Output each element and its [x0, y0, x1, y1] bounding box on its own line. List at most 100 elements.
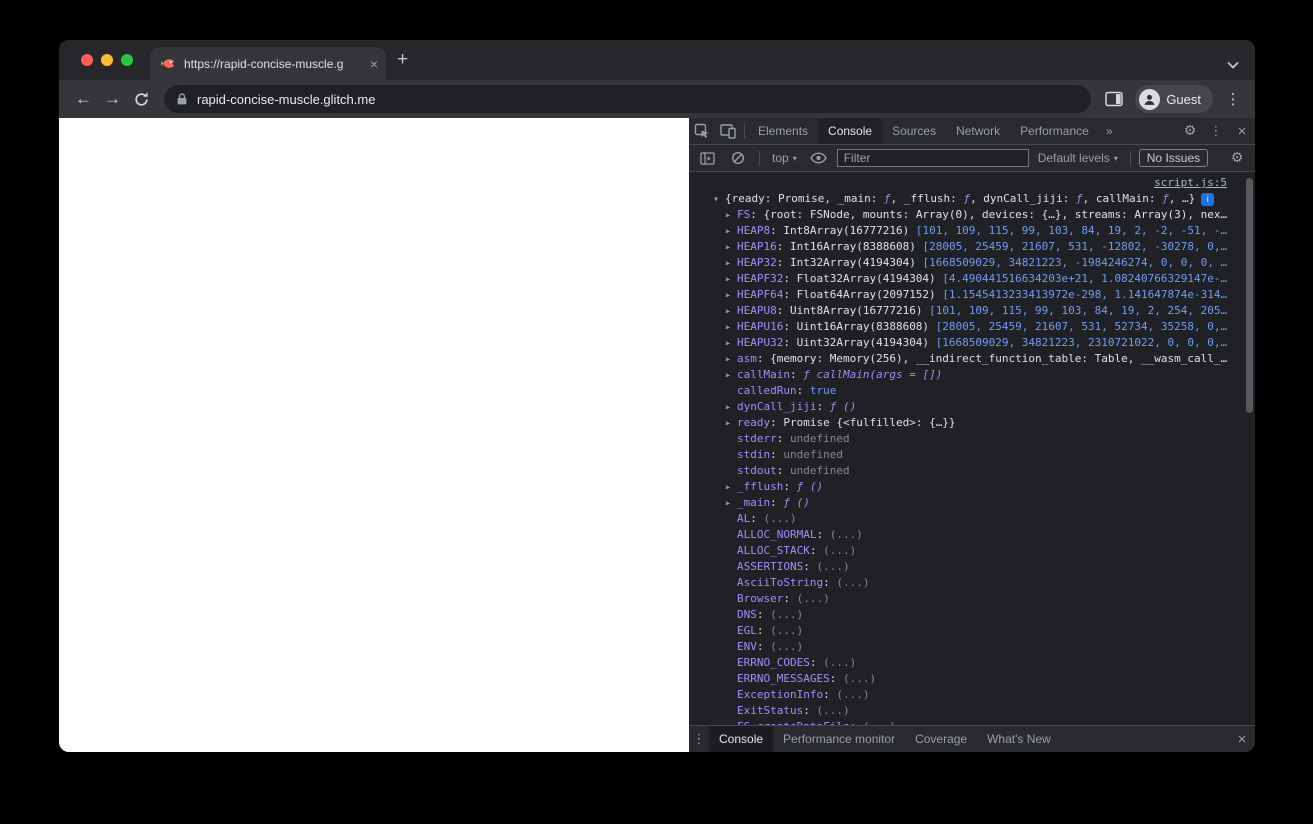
devtools-tab-sources[interactable]: Sources: [882, 118, 946, 144]
clear-console-icon[interactable]: [725, 145, 751, 171]
console-line[interactable]: ▸ HEAPU16: Uint16Array(8388608) [28005, 2…: [689, 319, 1255, 335]
expand-arrow-icon[interactable]: ▸: [725, 272, 737, 287]
more-tabs-button[interactable]: »: [1099, 124, 1120, 138]
page-viewport[interactable]: [59, 118, 689, 752]
filter-input[interactable]: [836, 149, 1029, 167]
console-text: undefined: [790, 464, 850, 477]
expand-arrow-icon[interactable]: ▸: [725, 496, 737, 511]
back-button[interactable]: ←: [69, 85, 98, 114]
expand-arrow-icon[interactable]: ▸: [725, 320, 737, 335]
console-line[interactable]: ▸ HEAPF64: Float64Array(2097152) [1.15454…: [689, 287, 1255, 303]
console-line[interactable]: ENV: (...): [689, 639, 1255, 655]
drawer-tab-what-s-new[interactable]: What's New: [977, 726, 1061, 752]
expand-arrow-icon[interactable]: ▸: [725, 240, 737, 255]
console-settings-icon[interactable]: ⚙: [1224, 145, 1250, 171]
console-text: :: [776, 464, 790, 477]
drawer-menu-icon[interactable]: ⋮: [689, 732, 709, 747]
browser-menu-icon[interactable]: ⋮: [1221, 90, 1245, 108]
tab-close-icon[interactable]: ×: [370, 56, 378, 72]
profile-button[interactable]: Guest: [1135, 85, 1213, 113]
console-line[interactable]: ▸ _fflush: ƒ (): [689, 479, 1255, 495]
console-line[interactable]: ▸ HEAPF32: Float32Array(4194304) [4.49044…: [689, 271, 1255, 287]
console-text: HEAPU32: [737, 336, 784, 349]
console-line[interactable]: ExceptionInfo: (...): [689, 687, 1255, 703]
console-line[interactable]: ▾ {ready: Promise, _main: ƒ, _fflush: ƒ, …: [689, 191, 1255, 207]
devtools-tab-network[interactable]: Network: [946, 118, 1010, 144]
expand-arrow-icon[interactable]: ▸: [725, 480, 737, 495]
console-line[interactable]: FS_createDataFile: (...): [689, 719, 1255, 725]
console-line[interactable]: ▸ ready: Promise {<fulfilled>: {…}}: [689, 415, 1255, 431]
console-line[interactable]: Browser: (...): [689, 591, 1255, 607]
console-line[interactable]: ▸ FS: {root: FSNode, mounts: Array(0), de…: [689, 207, 1255, 223]
console-line[interactable]: ▸ asm: {memory: Memory(256), __indirect_f…: [689, 351, 1255, 367]
expand-arrow-icon[interactable]: ▸: [725, 336, 737, 351]
console-text: (...): [863, 720, 896, 725]
close-window-button[interactable]: [81, 54, 93, 66]
expand-arrow-icon[interactable]: ▸: [725, 400, 737, 415]
tab-search-chevron-icon[interactable]: [1227, 56, 1239, 74]
expand-arrow-icon[interactable]: ▸: [725, 208, 737, 223]
console-line[interactable]: ▸ HEAP16: Int16Array(8388608) [28005, 254…: [689, 239, 1255, 255]
console-line[interactable]: ▸ dynCall_jiji: ƒ (): [689, 399, 1255, 415]
drawer-tab-coverage[interactable]: Coverage: [905, 726, 977, 752]
console-line[interactable]: ALLOC_STACK: (...): [689, 543, 1255, 559]
console-line[interactable]: ▸ HEAPU8: Uint8Array(16777216) [101, 109,…: [689, 303, 1255, 319]
context-selector[interactable]: top ▾: [768, 151, 801, 165]
expand-arrow-icon[interactable]: ▾: [713, 192, 725, 207]
console-line[interactable]: ASSERTIONS: (...): [689, 559, 1255, 575]
expand-arrow-icon[interactable]: ▸: [725, 224, 737, 239]
expand-arrow-icon[interactable]: ▸: [725, 256, 737, 271]
expand-arrow-icon[interactable]: ▸: [725, 288, 737, 303]
console-line[interactable]: ExitStatus: (...): [689, 703, 1255, 719]
evaluated-info-icon[interactable]: i: [1201, 192, 1215, 206]
console-line[interactable]: ▸ HEAP8: Int8Array(16777216) [101, 109, 1…: [689, 223, 1255, 239]
device-toolbar-icon[interactable]: [715, 118, 741, 144]
expand-arrow-icon[interactable]: ▸: [725, 304, 737, 319]
inspect-element-icon[interactable]: [689, 118, 715, 144]
devtools-tab-console[interactable]: Console: [818, 118, 883, 144]
source-link[interactable]: script.js:5: [1154, 176, 1227, 189]
browser-window: https://rapid-concise-muscle.g × + ← → r…: [59, 40, 1255, 752]
toolbar-separator: [759, 150, 760, 166]
devtools-close-icon[interactable]: ×: [1229, 123, 1255, 140]
zoom-window-button[interactable]: [121, 54, 133, 66]
address-bar[interactable]: rapid-concise-muscle.glitch.me: [164, 85, 1092, 113]
drawer-tab-console[interactable]: Console: [709, 726, 774, 752]
traffic-lights: [81, 54, 133, 66]
browser-tab[interactable]: https://rapid-concise-muscle.g ×: [150, 47, 386, 80]
devtools-tab-performance[interactable]: Performance: [1010, 118, 1099, 144]
devtools-tab-elements[interactable]: Elements: [748, 118, 818, 144]
side-panel-button[interactable]: [1101, 86, 1127, 112]
console-line[interactable]: ERRNO_CODES: (...): [689, 655, 1255, 671]
expand-arrow-icon[interactable]: ▸: [725, 368, 737, 383]
console-sidebar-icon[interactable]: [694, 145, 720, 171]
log-levels-selector[interactable]: Default levels ▾: [1034, 151, 1122, 165]
expand-arrow-icon[interactable]: ▸: [725, 416, 737, 431]
console-line[interactable]: AsciiToString: (...): [689, 575, 1255, 591]
console-line[interactable]: ALLOC_NORMAL: (...): [689, 527, 1255, 543]
console-line[interactable]: ERRNO_MESSAGES: (...): [689, 671, 1255, 687]
expand-arrow-icon[interactable]: ▸: [725, 352, 737, 367]
new-tab-button[interactable]: +: [397, 49, 408, 71]
forward-button[interactable]: →: [98, 85, 127, 114]
console-line[interactable]: AL: (...): [689, 511, 1255, 527]
console-line[interactable]: ▸ callMain: ƒ callMain(args = []): [689, 367, 1255, 383]
reload-button[interactable]: [127, 85, 156, 114]
console-line[interactable]: DNS: (...): [689, 607, 1255, 623]
devtools-tabbar: Elements Console Sources Network Performance…: [689, 118, 1255, 145]
console-line[interactable]: ▸ HEAP32: Int32Array(4194304) [1668509029…: [689, 255, 1255, 271]
console-line[interactable]: ▸ HEAPU32: Uint32Array(4194304) [16685090…: [689, 335, 1255, 351]
drawer-tab-performance-monitor[interactable]: Performance monitor: [773, 726, 905, 752]
console-scrollbar[interactable]: [1246, 178, 1253, 413]
console-text: :: [789, 368, 804, 381]
devtools-settings-icon[interactable]: ⚙: [1177, 118, 1203, 144]
minimize-window-button[interactable]: [101, 54, 113, 66]
console-line[interactable]: ▸ _main: ƒ (): [689, 495, 1255, 511]
devtools-menu-icon[interactable]: ⋮: [1203, 118, 1229, 144]
drawer-close-icon[interactable]: ×: [1229, 731, 1255, 748]
console-text: :: [829, 672, 843, 685]
live-expression-eye-icon[interactable]: [806, 145, 832, 171]
console-line[interactable]: EGL: (...): [689, 623, 1255, 639]
issues-counter[interactable]: No Issues: [1138, 149, 1209, 167]
